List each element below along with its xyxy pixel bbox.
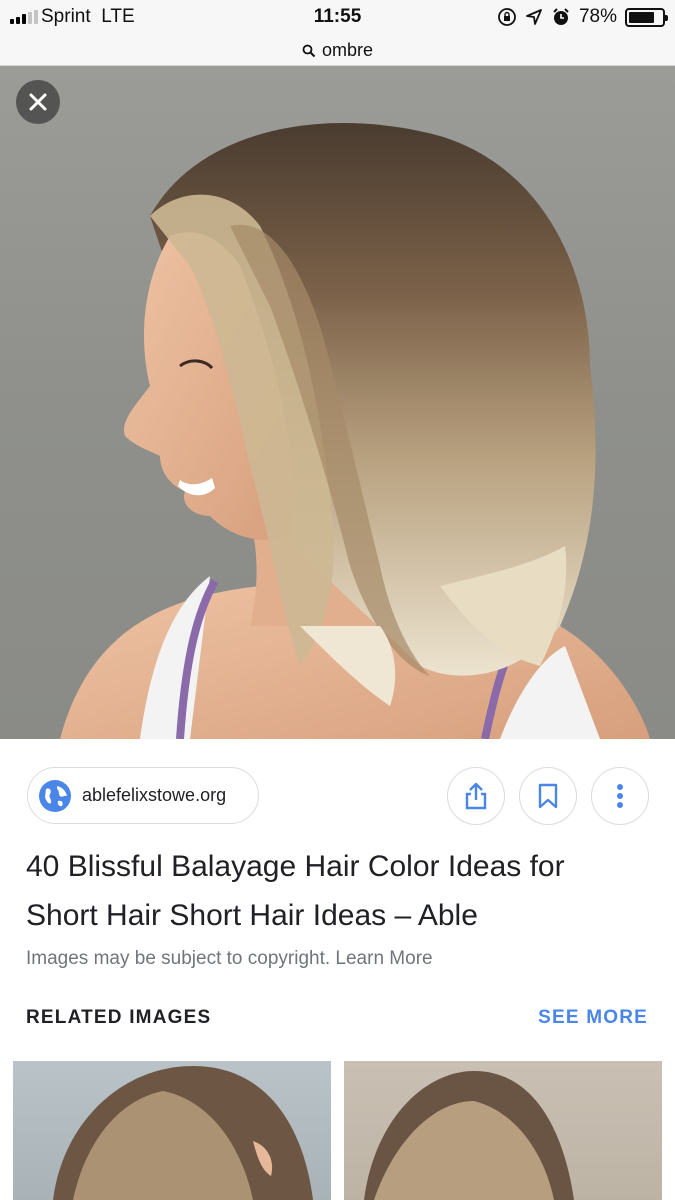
close-button[interactable] xyxy=(16,80,60,124)
network-type: LTE xyxy=(101,6,135,27)
url-bar[interactable]: ombre xyxy=(0,36,675,66)
source-domain: ablefelixstowe.org xyxy=(82,785,227,805)
copyright-notice[interactable]: Images may be subject to copyright. Lear… xyxy=(26,948,433,970)
more-vertical-icon xyxy=(617,784,623,808)
share-button[interactable] xyxy=(447,767,505,825)
bookmark-button[interactable] xyxy=(519,767,577,825)
battery-percent: 78% xyxy=(578,6,617,27)
photo-illustration xyxy=(60,122,650,739)
related-image-thumbnail[interactable] xyxy=(344,1061,662,1200)
share-icon xyxy=(465,782,487,810)
orientation-lock-icon xyxy=(498,8,516,26)
battery-icon xyxy=(625,7,668,27)
signal-strength-icon xyxy=(10,10,38,24)
more-options-button[interactable] xyxy=(591,767,649,825)
thumbnail-illustration xyxy=(364,1071,574,1200)
thumbnail-illustration xyxy=(53,1066,313,1200)
carrier-status: Sprint LTE xyxy=(41,6,135,28)
image-preview[interactable] xyxy=(0,66,675,739)
related-image-thumbnail[interactable] xyxy=(13,1061,331,1200)
source-link[interactable]: ablefelixstowe.org xyxy=(27,767,259,824)
carrier-name: Sprint xyxy=(41,6,91,27)
search-icon xyxy=(302,44,316,57)
status-icons: 78% xyxy=(497,6,668,28)
location-icon xyxy=(526,9,542,25)
related-images-heading: RELATED IMAGES xyxy=(26,1007,212,1028)
result-title[interactable]: 40 Blissful Balayage Hair Color Ideas fo… xyxy=(26,842,626,940)
close-icon xyxy=(29,93,47,111)
see-more-link[interactable]: SEE MORE xyxy=(538,1007,648,1029)
status-bar: Sprint LTE 11:55 78% xyxy=(0,0,675,36)
search-query: ombre xyxy=(321,40,374,60)
globe-icon xyxy=(39,779,71,812)
alarm-icon xyxy=(553,8,569,25)
bookmark-icon xyxy=(538,783,558,809)
battery-level xyxy=(629,11,654,23)
